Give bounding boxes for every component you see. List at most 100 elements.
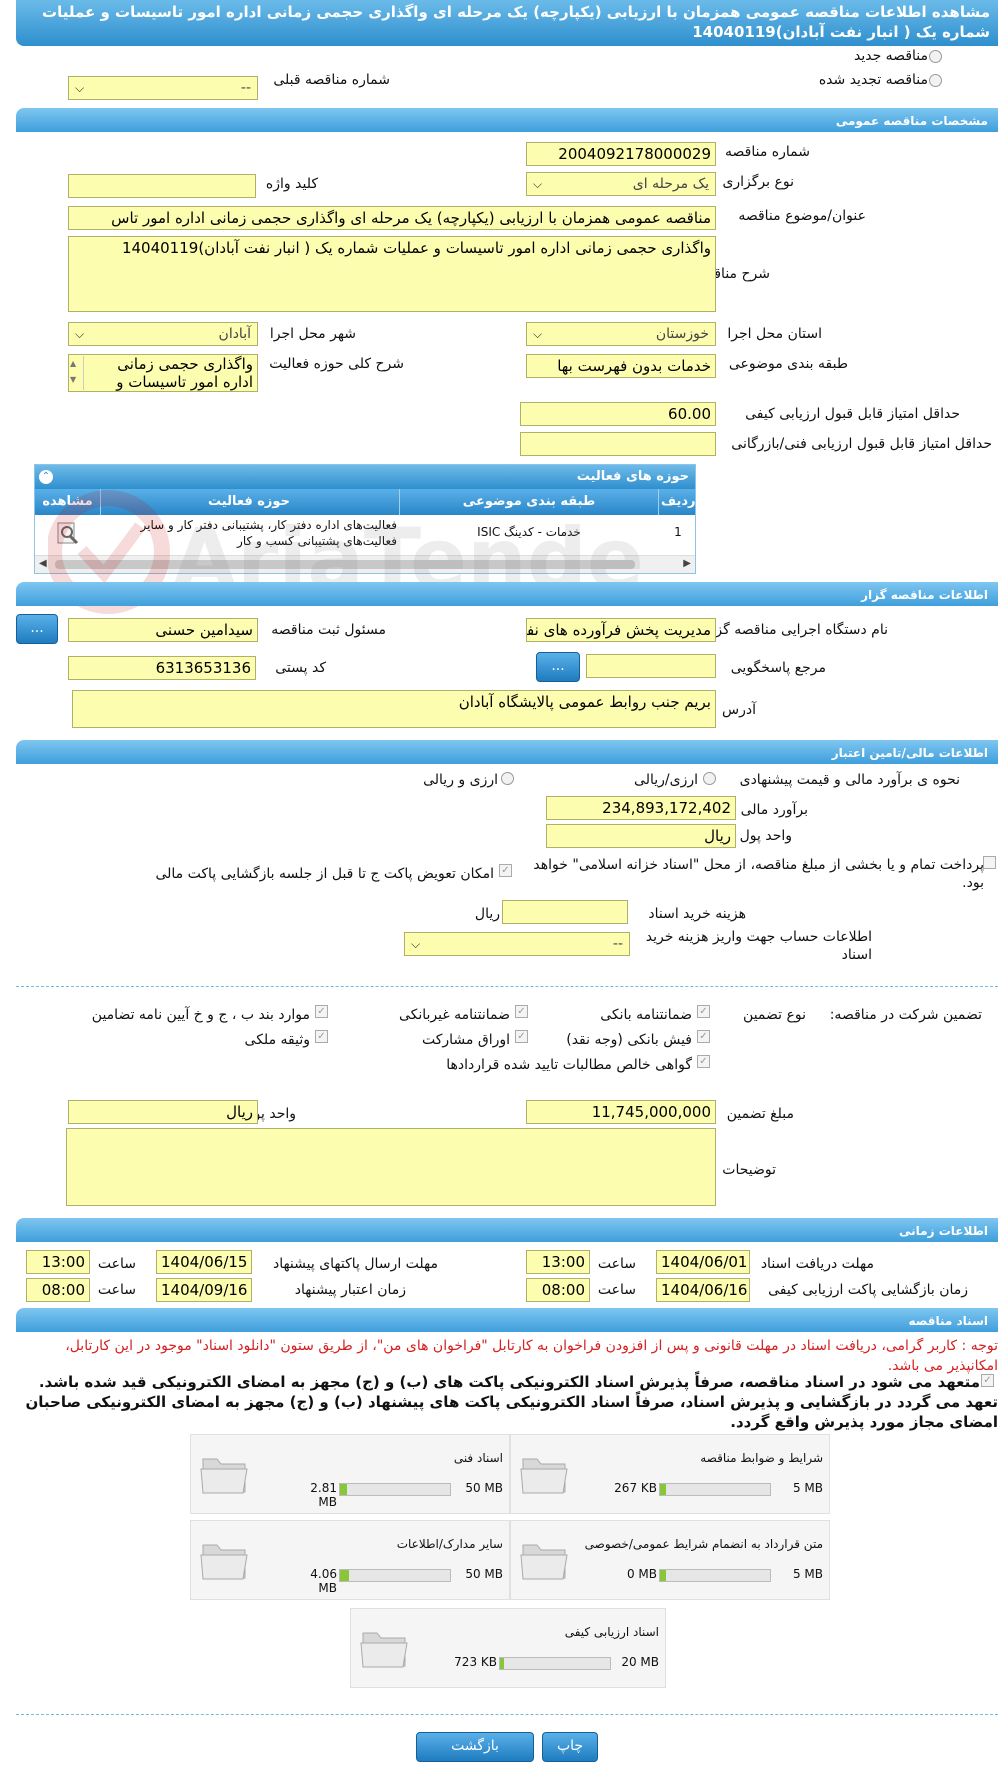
officer-lookup-button[interactable]: ... [16,614,58,644]
table-row: 1 خدمات - کدینگ ISIC فعالیت‌های اداره دف… [35,515,695,555]
open-date[interactable]: 1404/06/16 [656,1278,750,1302]
collapse-icon[interactable]: ⌃ [39,470,53,484]
organizer-section-header: اطلاعات مناقصه گزار [16,582,998,606]
print-button[interactable]: چاپ [542,1732,598,1762]
send-time[interactable]: 13:00 [26,1250,90,1274]
city-select[interactable]: آبادان ⌵ [68,322,258,346]
page-title: مشاهده اطلاعات مناقصه عمومی همزمان با ار… [16,0,998,46]
radio-renewed-label: مناقصه تجدید شده [818,72,928,88]
file-progress [659,1483,771,1496]
tender-no-field[interactable]: 2004092178000029 [526,142,716,166]
docs-section-header: اسناد مناقصه [16,1308,998,1332]
file-size: 2.81 MB [310,1481,337,1509]
radio-currency-rial[interactable] [703,772,716,785]
keyword-field[interactable] [68,174,256,198]
treasury-checkbox[interactable] [983,856,996,869]
subject-field[interactable]: مناقصه عمومی همزمان با ارزیابی (یکپارچه)… [68,206,716,230]
ref-lookup-button[interactable]: ... [536,652,580,682]
address-label: آدرس [722,702,756,718]
general-section-header: مشخصات مناقصه عمومی [16,108,998,132]
swap-checkbox[interactable]: ✓ [499,864,512,877]
file-name: متن قرارداد به انضمام شرایط عمومی/خصوصی [584,1537,823,1551]
org-field[interactable]: مدیریت پخش فرآورده های نفتی [526,618,716,642]
valid-time[interactable]: 08:00 [26,1278,90,1302]
file-size: 0 MB [626,1567,657,1581]
guarantee-check-5[interactable]: ✓ [515,1030,528,1043]
guarantee-amount-label: مبلغ تضمین [726,1106,794,1122]
file-card[interactable]: متن قرارداد به انضمام شرایط عمومی/خصوصی … [510,1520,830,1600]
guarantee-label: تضمین شرکت در مناقصه: [829,1007,982,1023]
guarantee-check-6[interactable]: ✓ [315,1030,328,1043]
file-size: 267 KB [614,1481,657,1495]
docs-note: توجه : کاربر گرامی، دریافت اسناد در مهلت… [65,1338,998,1374]
prev-tender-select[interactable]: -- ⌵ [68,76,258,100]
keyword-label: کلید واژه [265,176,318,192]
address-field[interactable]: بریم جنب روابط عمومی پالایشگاه آبادان [72,690,716,728]
estimate-label: برآورد مالی [740,802,808,818]
postal-label: کد پستی [275,660,326,676]
radio-renewed[interactable] [929,74,942,87]
col-activity: حوزه فعالیت [208,494,290,509]
guarantee-item-5: اوراق مشارکت [421,1032,510,1048]
file-progress-fill [500,1658,505,1669]
scope-field[interactable]: واگذاری حجمی زمانی اداره امور تاسیسات و [68,354,258,392]
min-quality-field[interactable]: 60.00 [520,402,716,426]
doc-receive-time[interactable]: 13:00 [526,1250,590,1274]
city-label: شهر محل اجرا [269,326,356,342]
file-card[interactable]: سایر مدارک/اطلاعات 50 MB 4.06 MB [190,1520,510,1600]
notes-field[interactable] [66,1128,716,1206]
guarantee-check-1[interactable]: ✓ [697,1005,710,1018]
guarantee-check-3[interactable]: ✓ [315,1005,328,1018]
table-scrollbar[interactable]: ◀ ▶ [35,555,695,573]
file-progress-fill [340,1484,347,1495]
min-tech-field[interactable] [520,432,716,456]
file-name: سایر مدارک/اطلاعات [396,1537,503,1551]
send-date[interactable]: 1404/06/15 [156,1250,252,1274]
chevron-down-icon: ⌵ [411,937,421,951]
account-select[interactable]: -- ⌵ [404,932,630,956]
desc-field[interactable]: واگذاری حجمی زمانی اداره امور تاسیسات و … [68,236,716,312]
col-category: طبقه بندی موضوعی [399,489,659,515]
scope-scrollbar[interactable]: ▲ ▼ [70,356,84,390]
doc-receive-label: مهلت دریافت اسناد [760,1256,874,1272]
guarantee-amount-field[interactable]: 11,745,000,000 [526,1100,716,1124]
valid-time-word: ساعت [97,1282,136,1298]
file-progress-fill [660,1484,666,1495]
file-card[interactable]: شرایط و ضوابط مناقصه 5 MB 267 KB [510,1434,830,1514]
guarantee-check-4[interactable]: ✓ [697,1030,710,1043]
open-time-word: ساعت [597,1282,636,1298]
file-name: اسناد فنی [453,1451,503,1465]
estimate-field[interactable]: 234,893,172,402 [546,796,736,820]
holding-type-select[interactable]: یک مرحله ای ⌵ [526,172,716,196]
ref-field[interactable] [586,654,716,678]
officer-field[interactable]: سیدامین حسنی [68,618,258,642]
folder-icon [359,1623,409,1671]
file-card[interactable]: اسناد ارزیابی کیفی 20 MB 723 KB [350,1608,666,1688]
file-max: 50 MB [465,1567,503,1581]
file-max: 20 MB [621,1655,659,1669]
file-card[interactable]: اسناد فنی 50 MB 2.81 MB [190,1434,510,1514]
open-label: زمان بازگشایی پاکت ارزیابی کیفی [768,1282,968,1298]
valid-date[interactable]: 1404/09/16 [156,1278,252,1302]
guarantee-currency-field[interactable]: ریال [68,1100,258,1124]
finance-section-header: اطلاعات مالی/تامین اعتبار [16,740,998,764]
ref-label: مرجع پاسخگویی [730,660,826,676]
guarantee-item-1: ضمانتنامه بانکی [600,1007,692,1023]
category-field[interactable]: خدمات بدون فهرست بها [526,354,716,378]
doc-receive-date[interactable]: 1404/06/01 [656,1250,750,1274]
province-label: استان محل اجرا [727,326,822,342]
magnifier-icon[interactable] [55,521,81,547]
postal-field[interactable]: 6313653136 [68,656,256,680]
province-select[interactable]: خوزستان ⌵ [526,322,716,346]
guarantee-check-2[interactable]: ✓ [515,1005,528,1018]
doc-fee-field[interactable] [502,900,628,924]
open-time[interactable]: 08:00 [526,1278,590,1302]
back-button[interactable]: بازگشت [416,1732,534,1762]
currency-field[interactable]: ریال [546,824,736,848]
radio-currency-and-rial[interactable] [501,772,514,785]
radio-new[interactable] [929,50,942,63]
folder-icon [199,1449,249,1497]
activity-panel-header: حوزه های فعالیت [35,465,695,489]
guarantee-check-7[interactable]: ✓ [697,1055,710,1068]
currency-label: واحد پول [739,828,792,844]
